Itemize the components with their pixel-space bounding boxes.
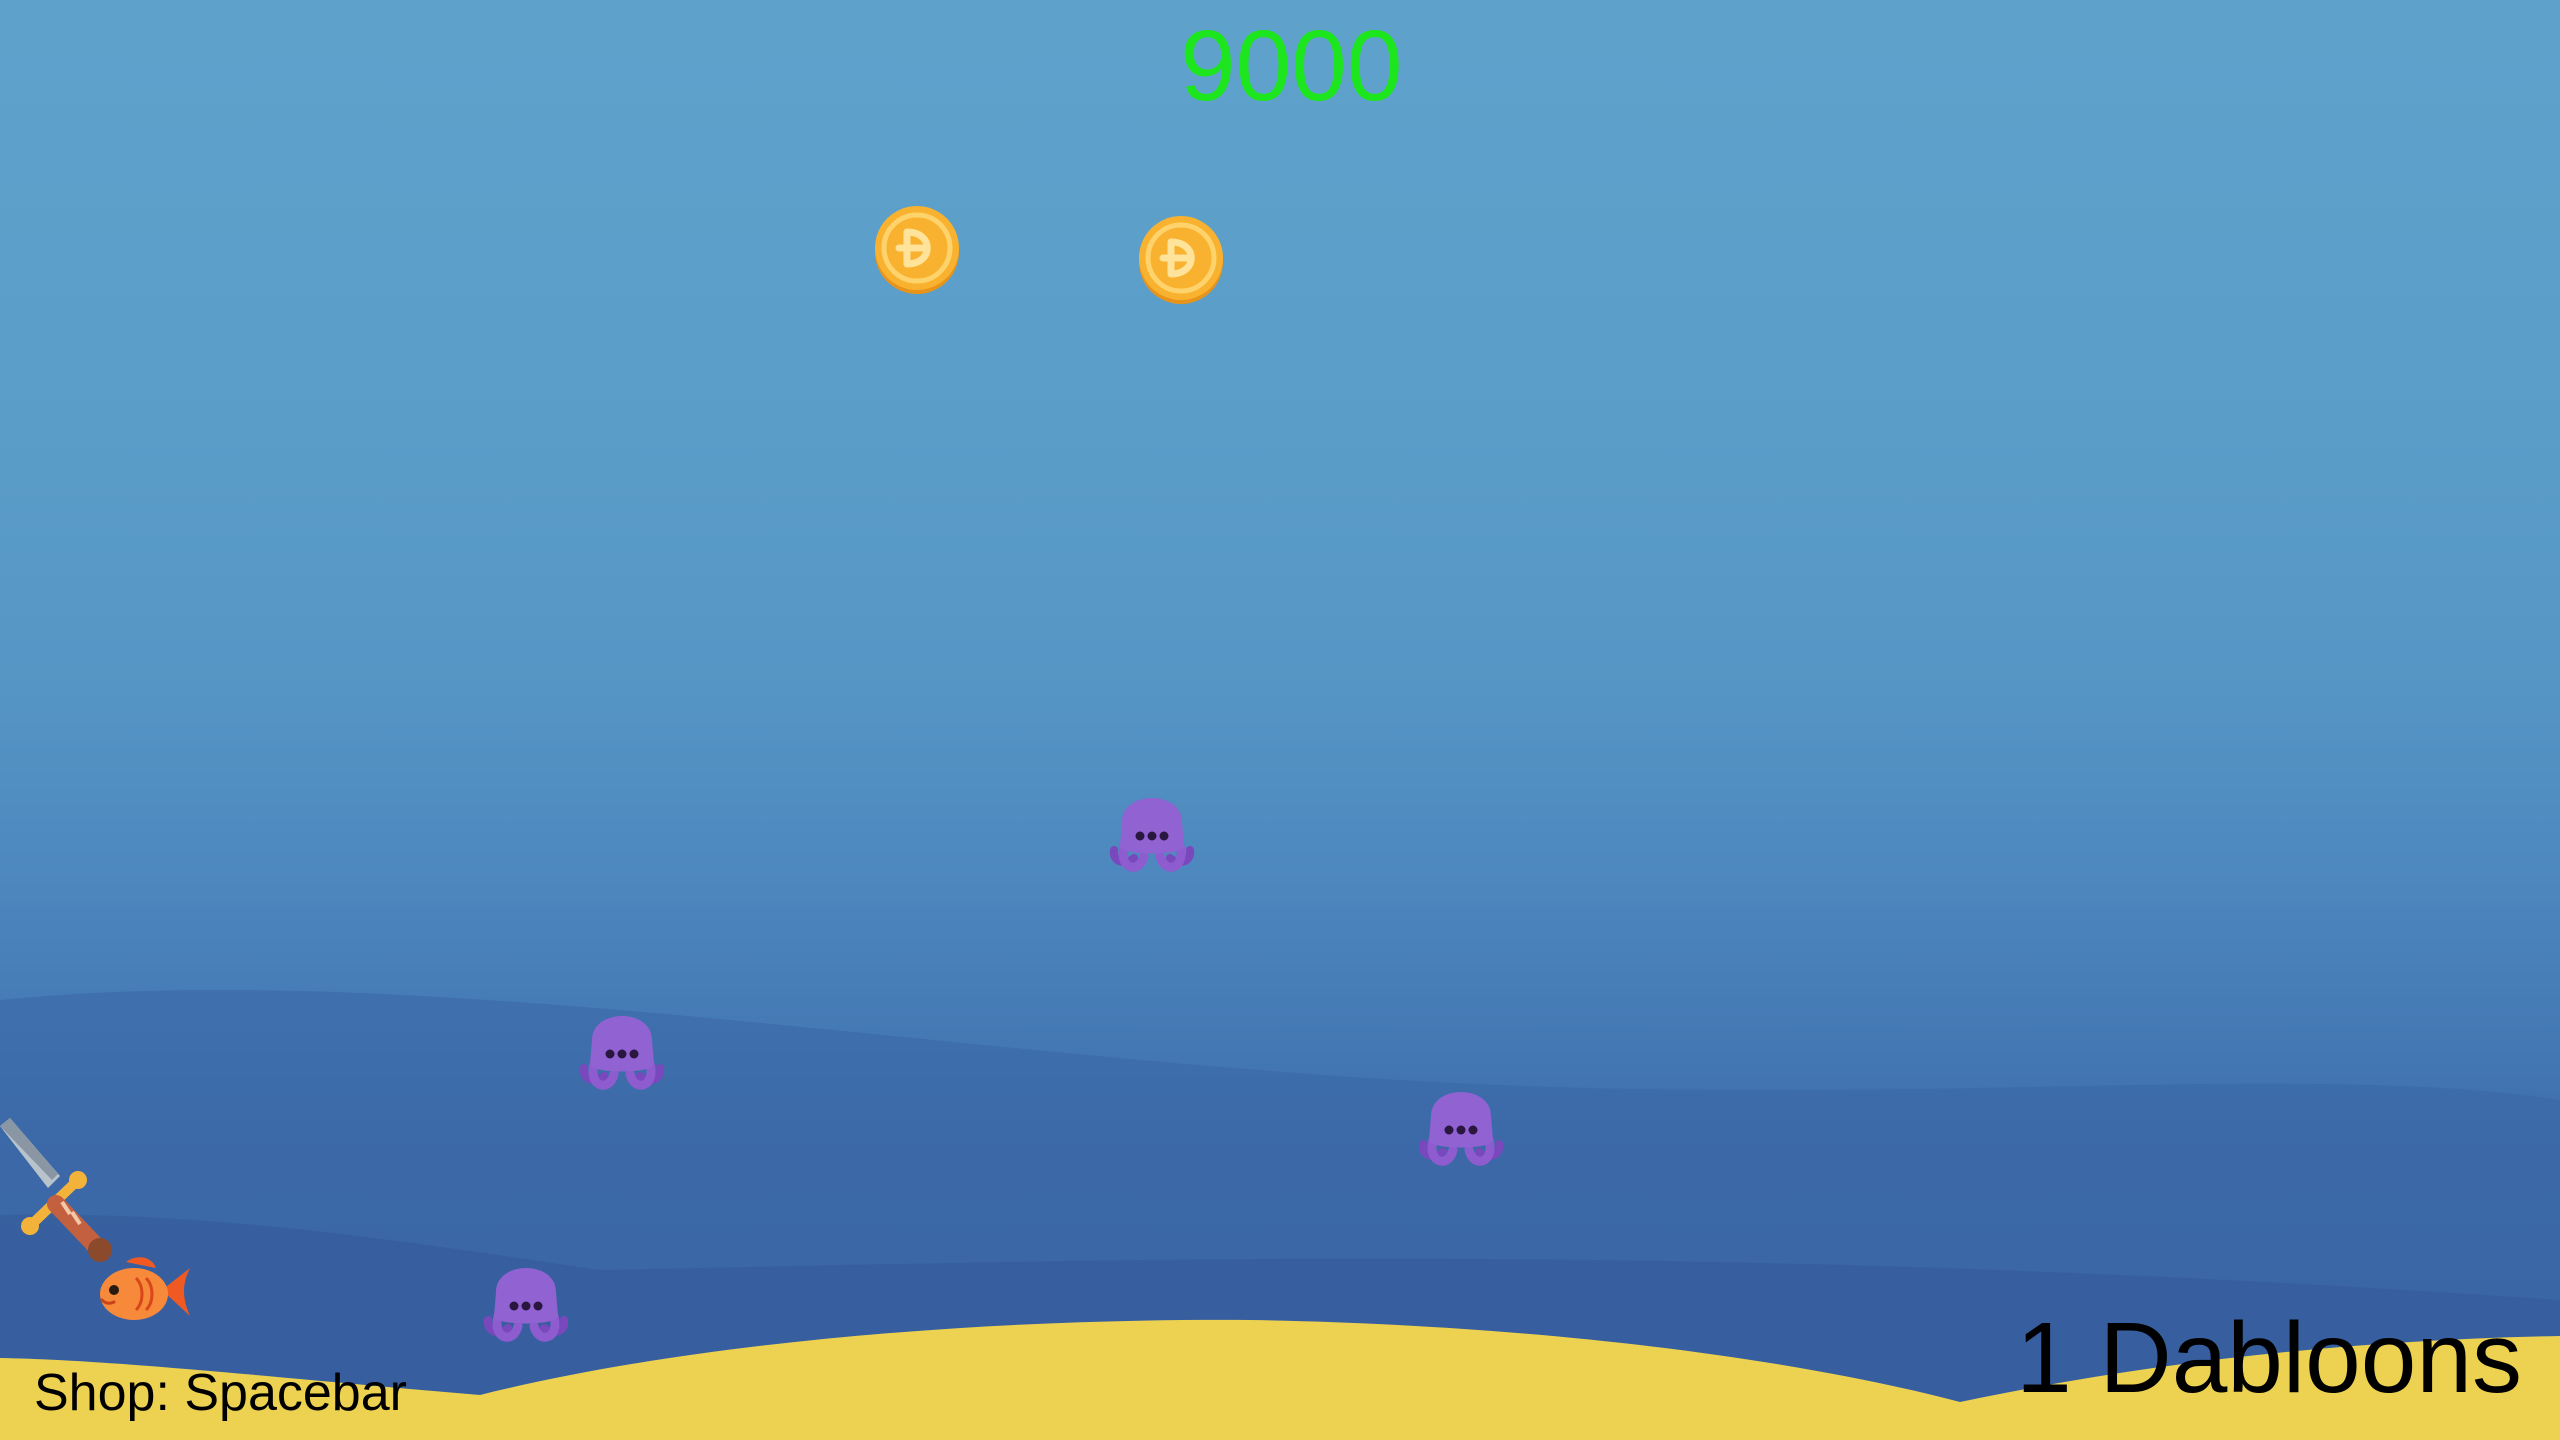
score-counter: 9000 — [1180, 10, 1403, 122]
game-canvas[interactable]: 9000 Shop: Spacebar 1 Dabloons — [0, 0, 2560, 1440]
octopus-icon — [1413, 1074, 1509, 1170]
currency-counter: 1 Dabloons — [2016, 1302, 2522, 1414]
sword-icon — [0, 1118, 120, 1268]
shop-hint-label: Shop: Spacebar — [34, 1364, 407, 1422]
octopus-icon — [1104, 780, 1200, 876]
octopus-icon — [478, 1250, 574, 1346]
octopus-icon — [574, 998, 670, 1094]
ocean-background — [0, 989, 2560, 1440]
fish-icon — [96, 1254, 192, 1330]
coin-icon — [874, 205, 960, 295]
coin-icon — [1138, 215, 1224, 305]
